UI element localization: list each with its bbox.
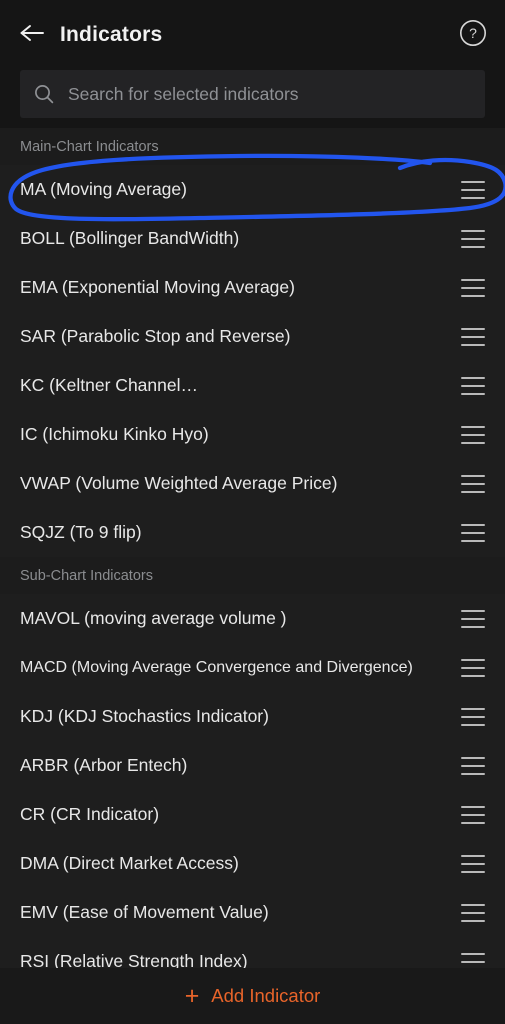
indicator-row[interactable]: MAVOL (moving average volume ) [0, 594, 505, 643]
indicator-row[interactable]: DMA (Direct Market Access) [0, 839, 505, 888]
app-header: Indicators ? [0, 0, 505, 70]
indicator-list[interactable]: Main-Chart Indicators MA (Moving Average)… [0, 128, 505, 968]
drag-handle-icon[interactable] [461, 854, 485, 873]
plus-icon: + [184, 981, 200, 1010]
indicator-row[interactable]: BOLL (Bollinger BandWidth) [0, 214, 505, 263]
section-header: Main-Chart Indicators [0, 128, 505, 165]
indicator-row[interactable]: KC (Keltner Channel… [0, 361, 505, 410]
back-button[interactable] [6, 9, 58, 61]
section-header-label: Main-Chart Indicators [20, 138, 159, 155]
indicator-label: SAR (Parabolic Stop and Reverse) [20, 326, 291, 346]
svg-text:?: ? [469, 25, 477, 41]
search-area: Search for selected indicators [0, 70, 505, 128]
indicator-label: BOLL (Bollinger BandWidth) [20, 228, 240, 248]
indicator-label: KDJ (KDJ Stochastics Indicator) [20, 706, 269, 726]
drag-handle-icon[interactable] [461, 474, 485, 493]
back-arrow-icon [18, 21, 46, 50]
section-header-label: Sub-Chart Indicators [20, 567, 153, 584]
indicator-label: DMA (Direct Market Access) [20, 853, 239, 873]
indicator-label: ARBR (Arbor Entech) [20, 755, 188, 775]
indicator-label: RSI (Relative Strength Index) [20, 951, 248, 968]
indicator-row[interactable]: KDJ (KDJ Stochastics Indicator) [0, 692, 505, 741]
drag-handle-icon[interactable] [461, 756, 485, 775]
drag-handle-icon[interactable] [461, 229, 485, 248]
indicator-label: MA (Moving Average) [20, 179, 187, 199]
drag-handle-icon[interactable] [461, 805, 485, 824]
drag-handle-icon[interactable] [461, 278, 485, 297]
indicator-label: EMV (Ease of Movement Value) [20, 902, 269, 922]
indicator-row[interactable]: RSI (Relative Strength Index) [0, 937, 505, 968]
drag-handle-icon[interactable] [461, 180, 485, 199]
section-header: Sub-Chart Indicators [0, 557, 505, 594]
indicators-screen: Indicators ? Search for selected indicat… [0, 0, 505, 1024]
search-input[interactable]: Search for selected indicators [20, 70, 485, 118]
indicator-label: KC (Keltner Channel… [20, 375, 198, 395]
drag-handle-icon[interactable] [461, 376, 485, 395]
search-placeholder: Search for selected indicators [68, 83, 299, 104]
help-button[interactable]: ? [457, 19, 489, 51]
indicator-label: CR (CR Indicator) [20, 804, 160, 824]
drag-handle-icon[interactable] [461, 327, 485, 346]
indicator-row[interactable]: SAR (Parabolic Stop and Reverse) [0, 312, 505, 361]
indicator-label: EMA (Exponential Moving Average) [20, 277, 295, 297]
indicator-row[interactable]: CR (CR Indicator) [0, 790, 505, 839]
drag-handle-icon[interactable] [461, 609, 485, 628]
indicator-row[interactable]: ARBR (Arbor Entech) [0, 741, 505, 790]
page-title: Indicators [60, 23, 163, 46]
indicator-label: SQJZ (To 9 flip) [20, 522, 142, 542]
drag-handle-icon[interactable] [461, 523, 485, 542]
add-indicator-label: Add Indicator [211, 985, 321, 1006]
indicator-row[interactable]: MACD (Moving Average Convergence and Div… [0, 643, 505, 692]
drag-handle-icon[interactable] [461, 425, 485, 444]
search-icon [20, 82, 68, 106]
indicator-row[interactable]: MA (Moving Average) [0, 165, 505, 214]
indicator-label: MACD (Moving Average Convergence and Div… [20, 658, 413, 676]
indicator-row[interactable]: VWAP (Volume Weighted Average Price) [0, 459, 505, 508]
indicator-label: MAVOL (moving average volume ) [20, 608, 287, 628]
drag-handle-icon[interactable] [461, 903, 485, 922]
help-circle-icon: ? [458, 18, 488, 53]
indicator-row[interactable]: EMA (Exponential Moving Average) [0, 263, 505, 312]
drag-handle-icon[interactable] [461, 707, 485, 726]
indicator-row[interactable]: SQJZ (To 9 flip) [0, 508, 505, 557]
drag-handle-icon[interactable] [461, 658, 485, 677]
indicator-label: IC (Ichimoku Kinko Hyo) [20, 424, 209, 444]
indicator-row[interactable]: EMV (Ease of Movement Value) [0, 888, 505, 937]
add-indicator-button[interactable]: + Add Indicator [0, 968, 505, 1024]
drag-handle-icon[interactable] [461, 952, 485, 969]
indicator-row[interactable]: IC (Ichimoku Kinko Hyo) [0, 410, 505, 459]
indicator-label: VWAP (Volume Weighted Average Price) [20, 473, 338, 493]
